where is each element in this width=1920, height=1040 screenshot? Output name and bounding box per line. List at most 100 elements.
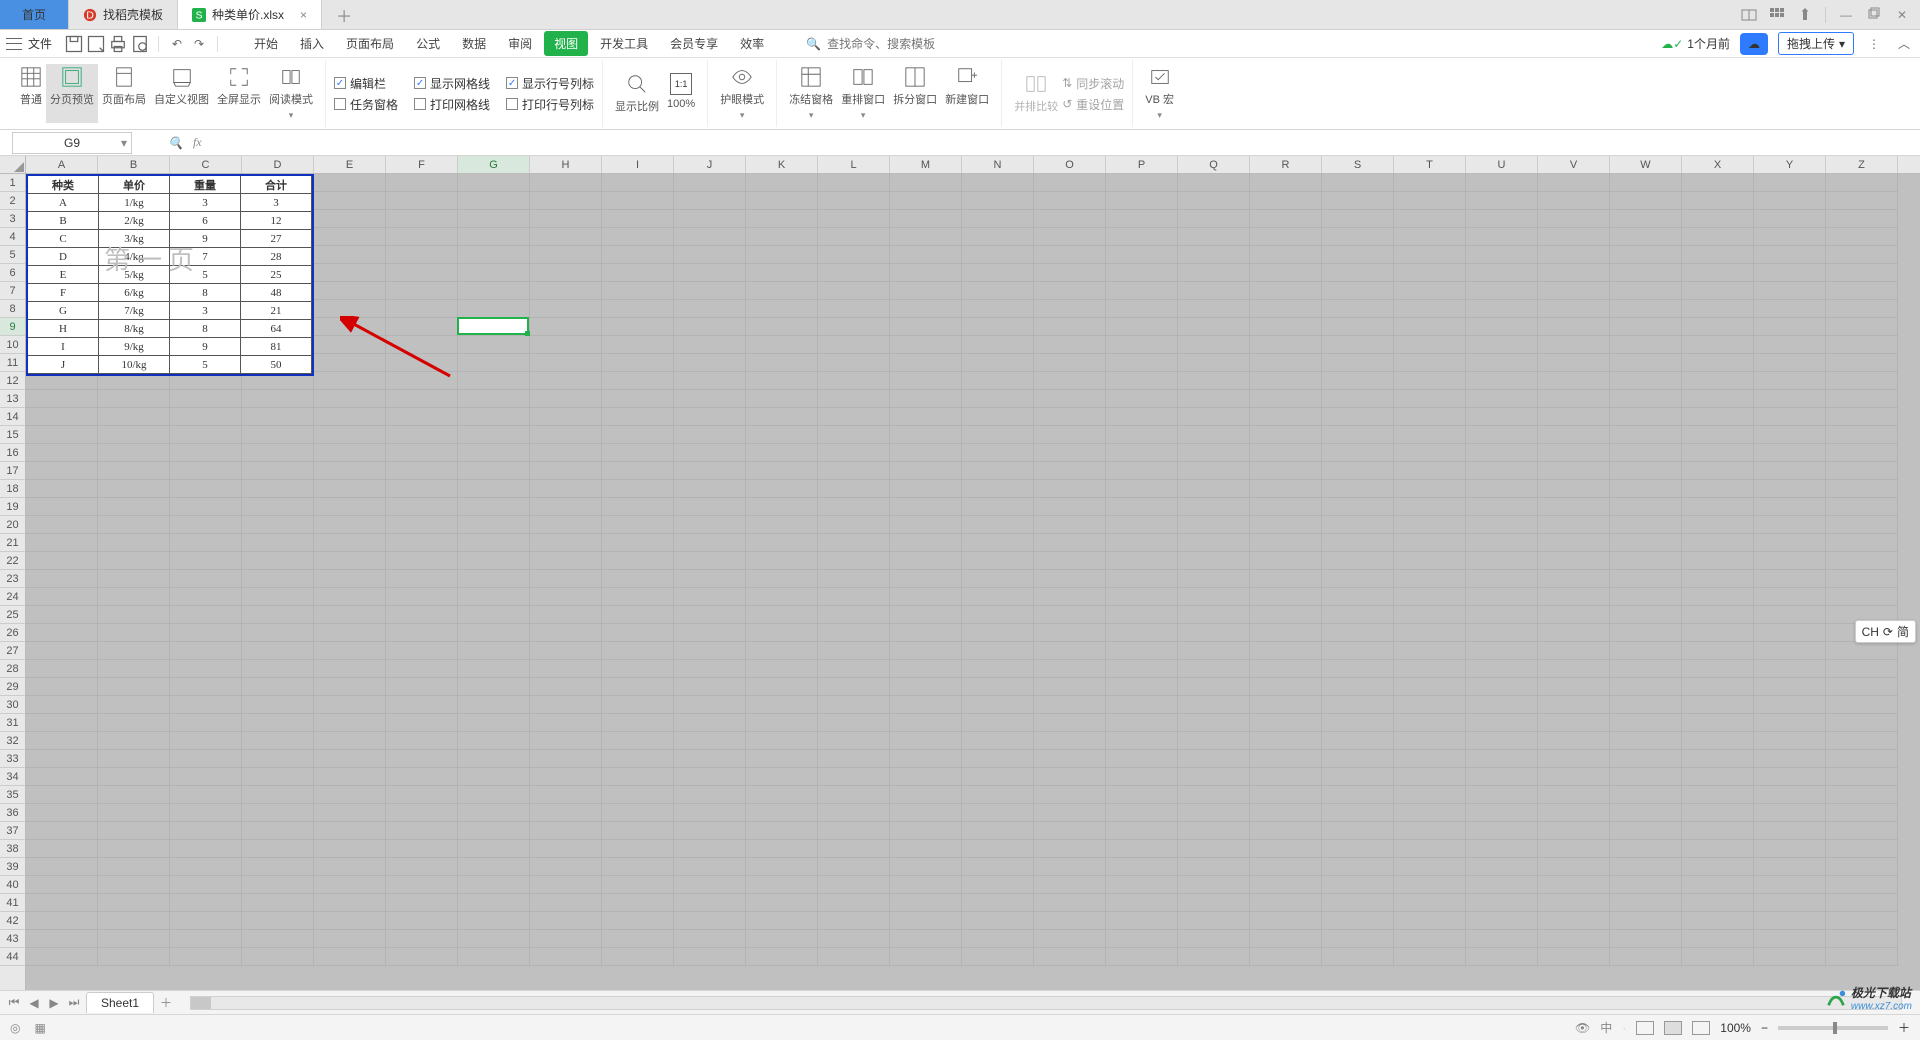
cell-Y12[interactable] [1754, 372, 1826, 390]
col-header-I[interactable]: I [602, 156, 674, 173]
cell-P33[interactable] [1106, 750, 1178, 768]
cell-Q8[interactable] [1178, 300, 1250, 318]
cell-H37[interactable] [530, 822, 602, 840]
cell-K30[interactable] [746, 696, 818, 714]
cell-U10[interactable] [1466, 336, 1538, 354]
cell-E4[interactable] [314, 228, 386, 246]
cell-X40[interactable] [1682, 876, 1754, 894]
cell-V31[interactable] [1538, 714, 1610, 732]
cell-O11[interactable] [1034, 354, 1106, 372]
cell-R17[interactable] [1250, 462, 1322, 480]
cell-Z9[interactable] [1826, 318, 1898, 336]
zoom-slider[interactable] [1778, 1026, 1888, 1030]
cell-X9[interactable] [1682, 318, 1754, 336]
cell-C35[interactable] [170, 786, 242, 804]
cell-K25[interactable] [746, 606, 818, 624]
cell-E30[interactable] [314, 696, 386, 714]
cell-B39[interactable] [98, 858, 170, 876]
cell-U36[interactable] [1466, 804, 1538, 822]
cell-L15[interactable] [818, 426, 890, 444]
zoom-knob[interactable] [1833, 1022, 1837, 1034]
cell-X26[interactable] [1682, 624, 1754, 642]
cell-K40[interactable] [746, 876, 818, 894]
cell-O20[interactable] [1034, 516, 1106, 534]
save-icon[interactable] [64, 34, 84, 54]
cell-S32[interactable] [1322, 732, 1394, 750]
cell-E21[interactable] [314, 534, 386, 552]
cell-D35[interactable] [242, 786, 314, 804]
cell-N17[interactable] [962, 462, 1034, 480]
cell-M31[interactable] [890, 714, 962, 732]
cell-R34[interactable] [1250, 768, 1322, 786]
cell-P41[interactable] [1106, 894, 1178, 912]
cell-G42[interactable] [458, 912, 530, 930]
cell-A18[interactable] [26, 480, 98, 498]
cell-U37[interactable] [1466, 822, 1538, 840]
cell-J14[interactable] [674, 408, 746, 426]
cell-X15[interactable] [1682, 426, 1754, 444]
cell-D15[interactable] [242, 426, 314, 444]
col-header-A[interactable]: A [26, 156, 98, 173]
row-header-5[interactable]: 5 [0, 246, 25, 264]
cell-B27[interactable] [98, 642, 170, 660]
cell-X41[interactable] [1682, 894, 1754, 912]
cell-Y32[interactable] [1754, 732, 1826, 750]
cell-U4[interactable] [1466, 228, 1538, 246]
cell-O21[interactable] [1034, 534, 1106, 552]
cell-Q28[interactable] [1178, 660, 1250, 678]
row-header-36[interactable]: 36 [0, 804, 25, 822]
row-header-15[interactable]: 15 [0, 426, 25, 444]
table-cell[interactable]: E [28, 266, 99, 284]
cell-O39[interactable] [1034, 858, 1106, 876]
cell-Z37[interactable] [1826, 822, 1898, 840]
cell-T40[interactable] [1394, 876, 1466, 894]
cell-I27[interactable] [602, 642, 674, 660]
cell-V33[interactable] [1538, 750, 1610, 768]
cell-M36[interactable] [890, 804, 962, 822]
row-header-37[interactable]: 37 [0, 822, 25, 840]
cell-F9[interactable] [386, 318, 458, 336]
cell-A42[interactable] [26, 912, 98, 930]
cell-H24[interactable] [530, 588, 602, 606]
split-window-button[interactable]: 拆分窗口 [889, 64, 941, 123]
row-header-39[interactable]: 39 [0, 858, 25, 876]
cell-H25[interactable] [530, 606, 602, 624]
cell-O3[interactable] [1034, 210, 1106, 228]
cell-Z40[interactable] [1826, 876, 1898, 894]
cell-X7[interactable] [1682, 282, 1754, 300]
cell-B25[interactable] [98, 606, 170, 624]
cell-T44[interactable] [1394, 948, 1466, 966]
col-header-F[interactable]: F [386, 156, 458, 173]
cell-R26[interactable] [1250, 624, 1322, 642]
cell-B30[interactable] [98, 696, 170, 714]
cell-Q38[interactable] [1178, 840, 1250, 858]
cell-O27[interactable] [1034, 642, 1106, 660]
cell-E35[interactable] [314, 786, 386, 804]
cell-B31[interactable] [98, 714, 170, 732]
cell-P11[interactable] [1106, 354, 1178, 372]
cell-P10[interactable] [1106, 336, 1178, 354]
col-header-T[interactable]: T [1394, 156, 1466, 173]
cell-E34[interactable] [314, 768, 386, 786]
cell-V37[interactable] [1538, 822, 1610, 840]
cell-T22[interactable] [1394, 552, 1466, 570]
cell-P44[interactable] [1106, 948, 1178, 966]
cell-Z3[interactable] [1826, 210, 1898, 228]
row-header-24[interactable]: 24 [0, 588, 25, 606]
cell-J26[interactable] [674, 624, 746, 642]
cell-Q17[interactable] [1178, 462, 1250, 480]
cell-J9[interactable] [674, 318, 746, 336]
view-layout-icon[interactable] [1692, 1021, 1710, 1035]
cell-M5[interactable] [890, 246, 962, 264]
cell-E1[interactable] [314, 174, 386, 192]
cell-N40[interactable] [962, 876, 1034, 894]
cell-S6[interactable] [1322, 264, 1394, 282]
cell-D26[interactable] [242, 624, 314, 642]
cell-R8[interactable] [1250, 300, 1322, 318]
cell-C44[interactable] [170, 948, 242, 966]
cell-A34[interactable] [26, 768, 98, 786]
cell-L36[interactable] [818, 804, 890, 822]
row-header-13[interactable]: 13 [0, 390, 25, 408]
cell-V3[interactable] [1538, 210, 1610, 228]
cell-H39[interactable] [530, 858, 602, 876]
